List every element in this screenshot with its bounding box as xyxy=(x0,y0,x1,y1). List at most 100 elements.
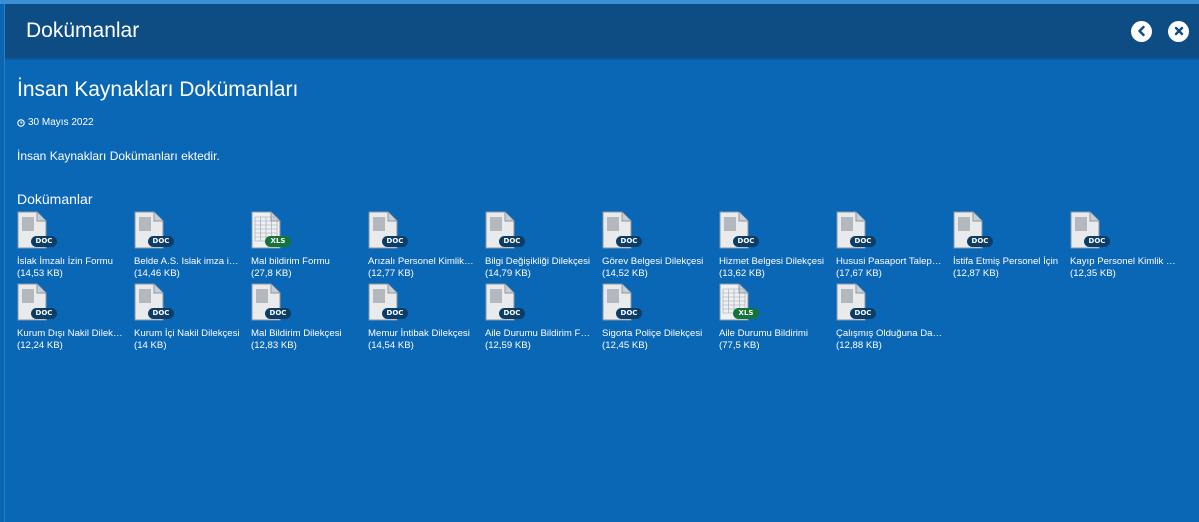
file-type-badge: DOC xyxy=(31,308,57,319)
documents-window: Dokümanlar İnsan Kaynakları Dokümanları … xyxy=(4,4,1199,522)
chevron-left-icon xyxy=(1137,25,1145,37)
back-button[interactable] xyxy=(1131,20,1152,42)
file-type-badge: DOC xyxy=(850,236,876,247)
file-item-7[interactable]: DOC Hizmet Belgesi Dilekçesi (13,62 KB) xyxy=(719,209,836,281)
file-name: İstifa Etmiş Personel İçin xyxy=(953,256,1059,267)
doc-file-icon: DOC xyxy=(836,283,876,323)
file-item-2[interactable]: DOC Belde A.S. Islak imza izin formu (14… xyxy=(134,209,251,281)
file-name: Aile Durumu Bildirim Formu xyxy=(485,328,593,339)
doc-file-icon: DOC xyxy=(602,211,642,251)
file-item-12[interactable]: DOC Kurum İçi Nakil Dilekçesi (14 KB) xyxy=(134,281,251,353)
doc-file-icon: DOC xyxy=(719,211,759,251)
file-type-badge: DOC xyxy=(148,308,174,319)
doc-file-icon: DOC xyxy=(368,211,408,251)
doc-file-icon: DOC xyxy=(134,283,174,323)
doc-file-icon: DOC xyxy=(17,211,57,251)
doc-file-icon: DOC xyxy=(17,283,57,323)
file-item-3[interactable]: XLS Mal bildirim Formu (27,8 KB) xyxy=(251,209,368,281)
file-type-badge: DOC xyxy=(148,236,174,247)
file-name: Kurum Dışı Nakil Dilekçesi xyxy=(17,328,125,339)
file-size: (14,54 KB) xyxy=(368,340,414,351)
file-grid: DOC İslak İmzalı İzin Formu (14,53 KB) D… xyxy=(17,209,1187,353)
file-item-6[interactable]: DOC Görev Belgesi Dilekçesi (14,52 KB) xyxy=(602,209,719,281)
file-name: Hususi Pasaport Talep Dilekçesi xyxy=(836,256,944,267)
doc-file-icon: DOC xyxy=(485,283,525,323)
file-item-4[interactable]: DOC Arızalı Personel Kimlik Kartı (12,77… xyxy=(368,209,485,281)
file-name: Sigorta Poliçe Dilekçesi xyxy=(602,328,703,339)
file-item-10[interactable]: DOC Kayıp Personel Kimlik Kartı (12,35 K… xyxy=(1070,209,1187,281)
file-size: (12,45 KB) xyxy=(602,340,648,351)
file-name: Mal bildirim Formu xyxy=(251,256,330,267)
file-type-badge: DOC xyxy=(616,236,642,247)
date-row: 30 Mayıs 2022 xyxy=(17,117,1187,128)
file-item-17[interactable]: XLS Aile Durumu Bildirimi (77,5 KB) xyxy=(719,281,836,353)
file-name: Bilgi Değişikliği Dilekçesi xyxy=(485,256,591,267)
file-item-15[interactable]: DOC Aile Durumu Bildirim Formu (12,59 KB… xyxy=(485,281,602,353)
file-name: Kayıp Personel Kimlik Kartı xyxy=(1070,256,1178,267)
file-type-badge: DOC xyxy=(616,308,642,319)
file-type-badge: DOC xyxy=(31,236,57,247)
file-size: (14,52 KB) xyxy=(602,268,648,279)
doc-file-icon: DOC xyxy=(134,211,174,251)
file-item-5[interactable]: DOC Bilgi Değişikliği Dilekçesi (14,79 K… xyxy=(485,209,602,281)
file-item-9[interactable]: DOC İstifa Etmiş Personel İçin (12,87 KB… xyxy=(953,209,1070,281)
file-size: (12,24 KB) xyxy=(17,340,63,351)
doc-file-icon: DOC xyxy=(368,283,408,323)
file-size: (27,8 KB) xyxy=(251,268,292,279)
file-name: Görev Belgesi Dilekçesi xyxy=(602,256,704,267)
file-type-badge: DOC xyxy=(850,308,876,319)
file-name: Arızalı Personel Kimlik Kartı xyxy=(368,256,476,267)
xls-file-icon: XLS xyxy=(251,211,291,251)
doc-file-icon: DOC xyxy=(485,211,525,251)
file-type-badge: XLS xyxy=(265,236,291,247)
file-size: (12,77 KB) xyxy=(368,268,414,279)
file-type-badge: DOC xyxy=(499,308,525,319)
file-item-11[interactable]: DOC Kurum Dışı Nakil Dilekçesi (12,24 KB… xyxy=(17,281,134,353)
file-size: (17,67 KB) xyxy=(836,268,882,279)
file-size: (77,5 KB) xyxy=(719,340,760,351)
file-size: (12,87 KB) xyxy=(953,268,999,279)
file-item-13[interactable]: DOC Mal Bildirim Dilekçesi (12,83 KB) xyxy=(251,281,368,353)
file-item-8[interactable]: DOC Hususi Pasaport Talep Dilekçesi (17,… xyxy=(836,209,953,281)
doc-file-icon: DOC xyxy=(602,283,642,323)
file-name: Kurum İçi Nakil Dilekçesi xyxy=(134,328,240,339)
window-title: Dokümanlar xyxy=(26,19,140,42)
window-header: Dokümanlar xyxy=(5,4,1199,60)
publish-date: 30 Mayıs 2022 xyxy=(28,117,94,128)
file-size: (14,53 KB) xyxy=(17,268,63,279)
file-size: (14,46 KB) xyxy=(134,268,180,279)
page-title: İnsan Kaynakları Dokümanları xyxy=(17,78,299,101)
close-button[interactable] xyxy=(1168,20,1189,42)
file-size: (12,35 KB) xyxy=(1070,268,1116,279)
file-item-16[interactable]: DOC Sigorta Poliçe Dilekçesi (12,45 KB) xyxy=(602,281,719,353)
file-name: Aile Durumu Bildirimi xyxy=(719,328,809,339)
file-name: İslak İmzalı İzin Formu xyxy=(17,256,113,267)
header-actions xyxy=(1131,20,1189,42)
file-name: Memur İntibak Dilekçesi xyxy=(368,328,470,339)
clock-icon xyxy=(17,118,25,127)
page-description: İnsan Kaynakları Dokümanları ektedir. xyxy=(17,149,220,163)
file-type-badge: DOC xyxy=(382,236,408,247)
content-area: İnsan Kaynakları Dokümanları 30 Mayıs 20… xyxy=(5,77,1199,353)
file-item-14[interactable]: DOC Memur İntibak Dilekçesi (14,54 KB) xyxy=(368,281,485,353)
file-name: Çalışmış Olduğuna Dair Belge xyxy=(836,328,944,339)
file-type-badge: DOC xyxy=(382,308,408,319)
file-type-badge: XLS xyxy=(733,308,759,319)
file-size: (12,83 KB) xyxy=(251,340,297,351)
file-name: Hizmet Belgesi Dilekçesi xyxy=(719,256,825,267)
file-type-badge: DOC xyxy=(1084,236,1110,247)
file-size: (12,88 KB) xyxy=(836,340,882,351)
doc-file-icon: DOC xyxy=(1070,211,1110,251)
file-name: Mal Bildirim Dilekçesi xyxy=(251,328,342,339)
doc-file-icon: DOC xyxy=(251,283,291,323)
doc-file-icon: DOC xyxy=(836,211,876,251)
section-title: Dokümanlar xyxy=(17,191,93,207)
file-type-badge: DOC xyxy=(967,236,993,247)
file-item-1[interactable]: DOC İslak İmzalı İzin Formu (14,53 KB) xyxy=(17,209,134,281)
file-size: (14,79 KB) xyxy=(485,268,531,279)
file-size: (13,62 KB) xyxy=(719,268,765,279)
file-size: (12,59 KB) xyxy=(485,340,531,351)
file-item-18[interactable]: DOC Çalışmış Olduğuna Dair Belge (12,88 … xyxy=(836,281,953,353)
file-type-badge: DOC xyxy=(265,308,291,319)
doc-file-icon: DOC xyxy=(953,211,993,251)
